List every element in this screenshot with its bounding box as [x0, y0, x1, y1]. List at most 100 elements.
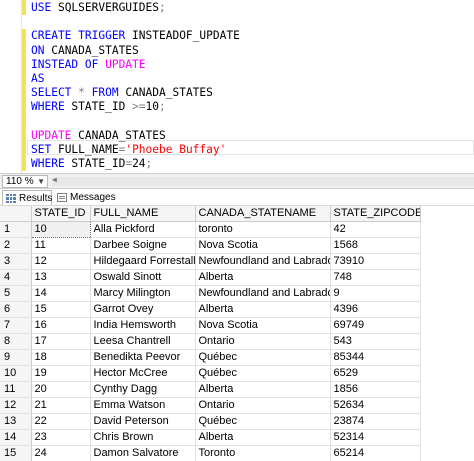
table-row[interactable]: 3 12 Hildegaard Forrestall Newfoundland and… [0, 253, 474, 271]
grid-cell[interactable]: 13 [31, 269, 91, 287]
grid-cell[interactable]: Hildegaard Forrestall [90, 253, 196, 271]
row-number[interactable]: 9 [0, 349, 32, 367]
row-number[interactable]: 13 [0, 413, 32, 431]
grid-cell[interactable]: 22 [31, 413, 91, 431]
code-line[interactable]: INSTEAD OF UPDATE [31, 58, 146, 72]
grid-cell[interactable]: 20 [31, 381, 91, 399]
grid-cell[interactable]: 11 [31, 237, 91, 255]
results-grid[interactable]: STATE_ID FULL_NAME CANADA_STATENAME STAT… [0, 206, 474, 461]
table-row[interactable]: 4 13 Oswald Sinott Alberta 748 [0, 269, 474, 287]
grid-cell[interactable]: Newfoundland and Labrador [195, 253, 331, 271]
grid-cell[interactable]: 23 [31, 429, 91, 447]
grid-cell[interactable]: 16 [31, 317, 91, 335]
row-number[interactable]: 1 [0, 221, 32, 239]
column-header[interactable]: CANADA_STATENAME [195, 206, 331, 223]
grid-cell[interactable]: Emma Watson [90, 397, 196, 415]
grid-cell[interactable]: 18 [31, 349, 91, 367]
grid-cell[interactable]: Benedikta Peevor [90, 349, 196, 367]
row-number[interactable]: 3 [0, 253, 32, 271]
table-row[interactable]: 7 16 India Hemsworth Nova Scotia 69749 [0, 317, 474, 335]
code-line[interactable]: CREATE TRIGGER INSTEADOF_UPDATE [31, 29, 240, 43]
grid-cell[interactable]: 1568 [330, 237, 421, 255]
grid-cell[interactable]: Alberta [195, 301, 331, 319]
table-row[interactable]: 12 21 Emma Watson Ontario 52634 [0, 397, 474, 415]
column-header[interactable]: STATE_ID [31, 206, 91, 223]
grid-cell[interactable]: Ontario [195, 333, 331, 351]
grid-cell[interactable]: India Hemsworth [90, 317, 196, 335]
grid-cell[interactable]: 9 [330, 285, 421, 303]
grid-cell[interactable]: Marcy Milington [90, 285, 196, 303]
row-number[interactable]: 8 [0, 333, 32, 351]
grid-cell[interactable]: 42 [330, 221, 421, 239]
grid-cell[interactable]: 1856 [330, 381, 421, 399]
grid-cell[interactable]: 748 [330, 269, 421, 287]
grid-cell[interactable]: 15 [31, 301, 91, 319]
table-row[interactable]: 2 11 Darbee Soigne Nova Scotia 1568 [0, 237, 474, 255]
row-number[interactable]: 14 [0, 429, 32, 447]
table-row[interactable]: 5 14 Marcy Milington Newfoundland and Labra… [0, 285, 474, 303]
grid-cell[interactable]: toronto [195, 221, 331, 239]
row-number[interactable]: 10 [0, 365, 32, 383]
grid-corner[interactable] [0, 206, 32, 223]
row-number[interactable]: 6 [0, 301, 32, 319]
grid-cell[interactable]: Hector McCree [90, 365, 196, 383]
code-line[interactable]: AS [31, 72, 44, 86]
grid-cell[interactable]: 21 [31, 397, 91, 415]
code-line[interactable]: ON CANADA_STATES [31, 44, 139, 58]
grid-cell[interactable]: 543 [330, 333, 421, 351]
grid-cell[interactable]: Newfoundland and Labrador [195, 285, 331, 303]
grid-cell[interactable]: 19 [31, 365, 91, 383]
grid-cell[interactable]: 85344 [330, 349, 421, 367]
row-number[interactable]: 2 [0, 237, 32, 255]
row-number[interactable]: 4 [0, 269, 32, 287]
grid-cell[interactable]: Nova Scotia [195, 317, 331, 335]
grid-cell[interactable]: Ontario [195, 397, 331, 415]
grid-cell[interactable]: Garrot Ovey [90, 301, 196, 319]
code-line[interactable]: SELECT * FROM CANADA_STATES [31, 86, 213, 100]
tab-results[interactable]: Results [2, 190, 52, 205]
grid-cell[interactable]: 12 [31, 253, 91, 271]
code-line[interactable]: UPDATE CANADA_STATES [31, 129, 166, 143]
table-row[interactable]: 15 24 Damon Salvatore Toronto 65214 [0, 445, 474, 461]
table-row[interactable]: 13 22 David Peterson Québec 23874 [0, 413, 474, 431]
table-row[interactable]: 9 18 Benedikta Peevor Québec 85344 [0, 349, 474, 367]
grid-cell[interactable]: Darbee Soigne [90, 237, 196, 255]
query-editor[interactable]: USE SQLSERVERGUIDES; CREATE TRIGGER INSTE… [0, 0, 474, 173]
grid-cell[interactable]: 6529 [330, 365, 421, 383]
row-number[interactable]: 5 [0, 285, 32, 303]
table-row[interactable]: 11 20 Cynthy Dagg Alberta 1856 [0, 381, 474, 399]
column-header[interactable]: STATE_ZIPCODE [330, 206, 421, 223]
grid-cell[interactable]: 17 [31, 333, 91, 351]
grid-cell[interactable]: Cynthy Dagg [90, 381, 196, 399]
row-number[interactable]: 7 [0, 317, 32, 335]
grid-cell[interactable]: 65214 [330, 445, 421, 461]
code-line[interactable]: USE SQLSERVERGUIDES; [31, 1, 166, 15]
grid-cell[interactable]: David Peterson [90, 413, 196, 431]
grid-cell[interactable]: Alla Pickford [90, 221, 196, 239]
table-row[interactable]: 6 15 Garrot Ovey Alberta 4396 [0, 301, 474, 319]
grid-cell[interactable]: Alberta [195, 381, 331, 399]
grid-cell[interactable]: 24 [31, 445, 91, 461]
table-row[interactable]: 10 19 Hector McCree Québec 6529 [0, 365, 474, 383]
grid-cell[interactable]: 14 [31, 285, 91, 303]
table-row[interactable]: 14 23 Chris Brown Alberta 52314 [0, 429, 474, 447]
grid-cell[interactable]: Alberta [195, 429, 331, 447]
grid-cell[interactable]: 4396 [330, 301, 421, 319]
grid-cell[interactable]: Chris Brown [90, 429, 196, 447]
grid-cell[interactable]: 73910 [330, 253, 421, 271]
grid-cell[interactable]: 69749 [330, 317, 421, 335]
code-line[interactable]: WHERE STATE_ID=24; [31, 157, 152, 171]
grid-cell[interactable]: Damon Salvatore [90, 445, 196, 461]
grid-cell[interactable]: Oswald Sinott [90, 269, 196, 287]
grid-cell[interactable]: 23874 [330, 413, 421, 431]
zoom-dropdown[interactable]: 110 % ▼ [2, 175, 48, 188]
grid-cell[interactable]: Québec [195, 349, 331, 367]
tab-messages[interactable]: Messages [54, 190, 116, 205]
grid-cell[interactable]: Québec [195, 365, 331, 383]
grid-cell[interactable]: 52634 [330, 397, 421, 415]
grid-cell[interactable]: Québec [195, 413, 331, 431]
grid-cell[interactable]: 52314 [330, 429, 421, 447]
row-number[interactable]: 15 [0, 445, 32, 461]
chevron-left-icon[interactable]: ◀ [52, 175, 57, 184]
grid-cell[interactable]: 10 [30, 221, 91, 239]
